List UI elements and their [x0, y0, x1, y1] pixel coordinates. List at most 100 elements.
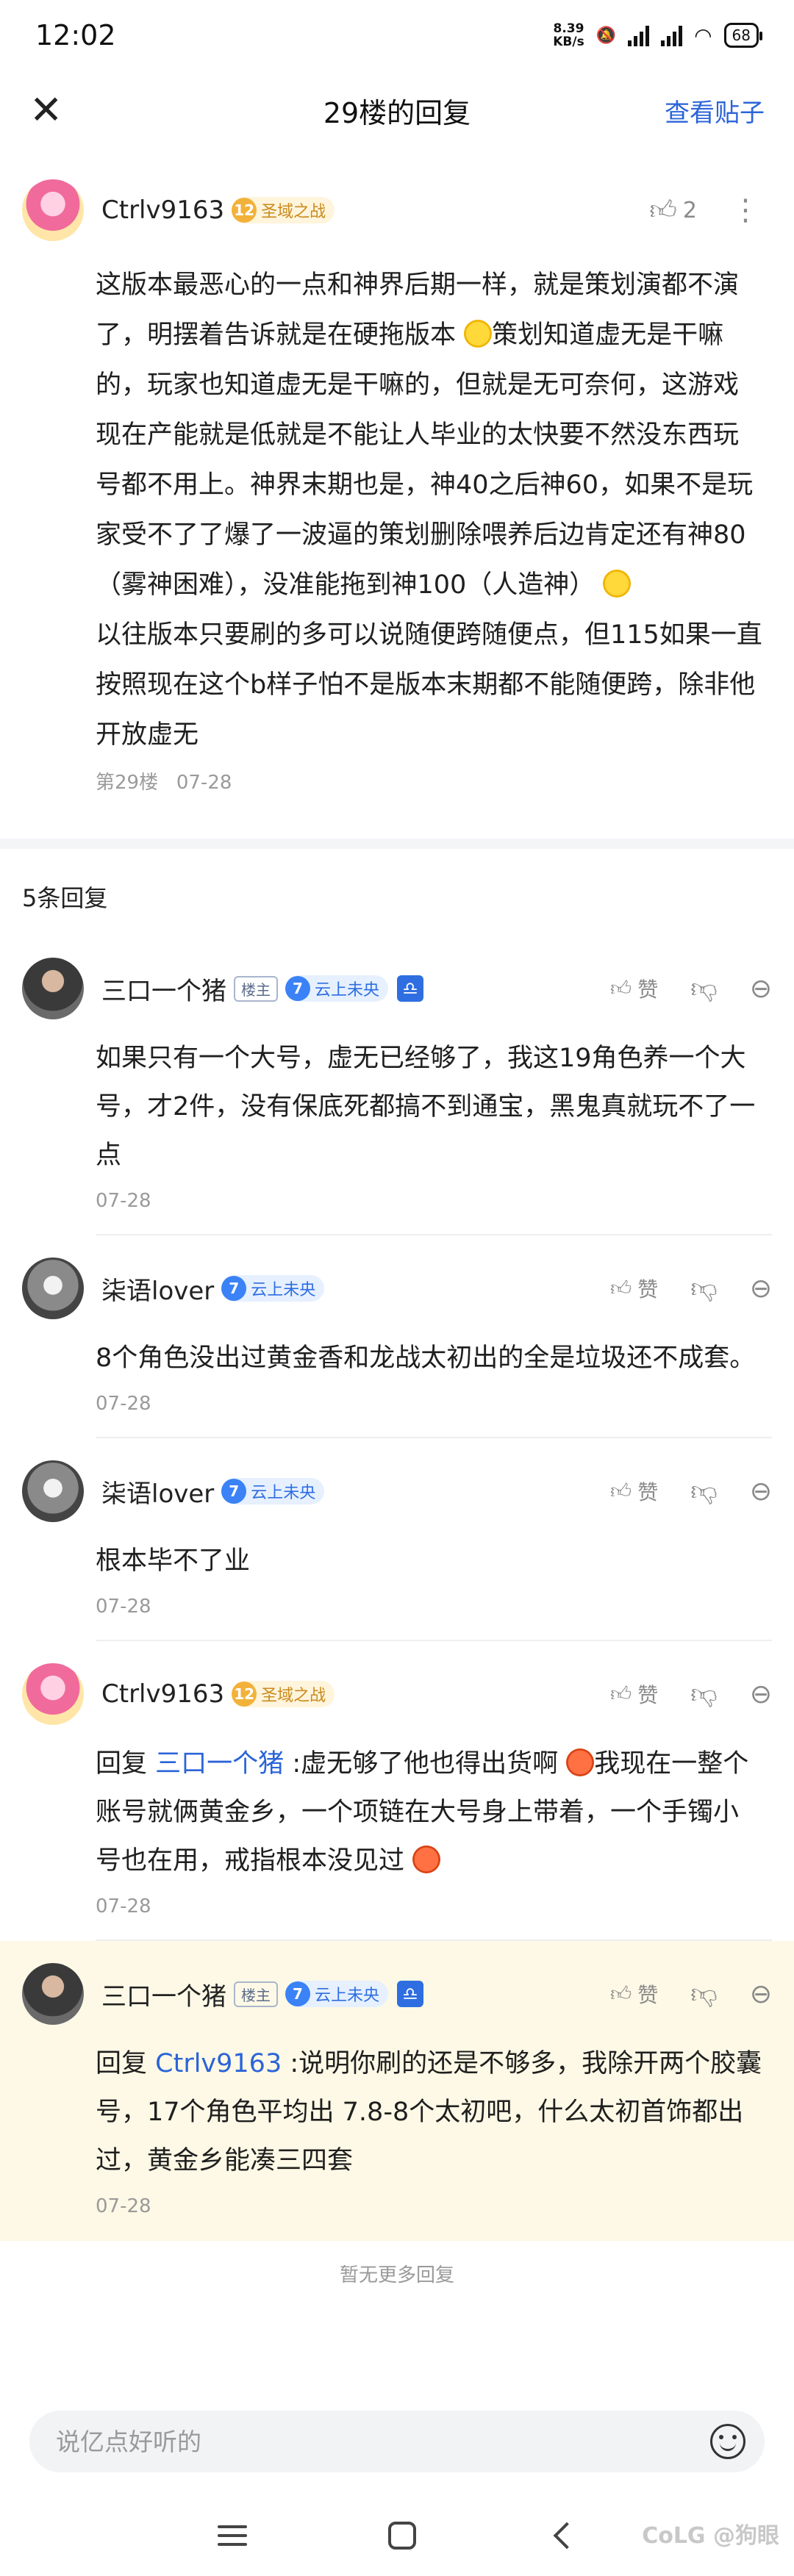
emoji-icon[interactable] — [710, 2424, 745, 2459]
avatar[interactable] — [22, 1663, 84, 1725]
thumb-up-icon: 👍︎ — [610, 976, 632, 1000]
battery-icon: 68 — [723, 23, 763, 48]
comment-input[interactable] — [56, 2427, 710, 2456]
signal-icon — [628, 24, 650, 46]
thumb-up-icon: 👍︎ — [610, 1682, 632, 1706]
menu-icon[interactable] — [218, 2525, 247, 2546]
status-time: 12:02 — [35, 19, 116, 51]
smile-emoji-icon — [603, 570, 632, 598]
reply-content: 如果只有一个大号，虚无已经够了，我这19角色养一个大号，才2件，没有保底死都搞不… — [96, 1044, 756, 1170]
username[interactable]: Ctrlv9163 — [101, 1679, 224, 1709]
username[interactable]: 三口一个猪 — [101, 971, 226, 1007]
thumb-up-icon: 👍︎ — [610, 1276, 632, 1300]
avatar[interactable] — [22, 1963, 84, 2025]
like-count: 2 — [682, 197, 697, 223]
like-button[interactable]: 👍︎ 赞 — [610, 1477, 658, 1506]
comment-bar — [29, 2411, 765, 2472]
thumb-down-icon[interactable]: 👎︎ — [690, 1475, 718, 1507]
reply-header: 柒语lover 7 云上未央 👍︎ 赞 👎︎ ⊖ — [22, 1460, 772, 1522]
network-speed: 8.39 KB/s — [553, 21, 584, 49]
angry-emoji-icon — [566, 1748, 595, 1776]
reply-actions: 👍︎ 赞 👎︎ ⊖ — [610, 1678, 772, 1710]
reply-date: 07-28 — [96, 1596, 151, 1618]
reply-date: 07-28 — [96, 2195, 151, 2217]
reply-actions: 👍︎ 赞 👎︎ ⊖ — [610, 972, 772, 1005]
main-post: Ctrlv9163 12 圣域之战 👍︎ 2 ⋮ 这版本最恶心的一点和神界后期一样… — [0, 150, 794, 817]
reply-content: 根本毕不了业 — [96, 1546, 251, 1576]
avatar[interactable] — [22, 1460, 84, 1522]
mention-link[interactable]: 三口一个猪 — [155, 1749, 284, 1779]
smile-emoji-icon — [464, 320, 493, 348]
thumb-down-icon[interactable]: 👎︎ — [690, 1978, 718, 2010]
post-content: 这版本最恶心的一点和神界后期一样，就是策划演都不演了，明摆着告诉就是在硬拖版本 … — [96, 270, 762, 750]
reply-content: 回复 三口一个猪 :虚无够了他也得出货啊 我现在一整个账号就俩黄金乡，一个项链在… — [96, 1748, 749, 1876]
watermark: CoLG @狗眼 — [642, 2523, 779, 2549]
more-options-icon[interactable]: ⊖ — [750, 1274, 772, 1304]
like-button[interactable]: 👍︎ 赞 — [610, 974, 658, 1003]
reply-item: Ctrlv9163 12 圣域之战 👍︎ 赞 👎︎ ⊖ 回复 三口一个猪 :虚无够… — [0, 1641, 794, 1941]
reply-header: Ctrlv9163 12 圣域之战 👍︎ 赞 👎︎ ⊖ — [22, 1663, 772, 1725]
close-icon[interactable]: ✕ — [29, 90, 88, 130]
home-icon[interactable] — [388, 2522, 416, 2550]
libra-badge-icon: ♎ — [397, 975, 424, 1002]
thumb-up-icon: 👍︎ — [610, 1981, 632, 2006]
reply-item-highlighted: 三口一个猪 楼主 7 云上未央 ♎ 👍︎ 赞 👎︎ ⊖ 回复 Ctrlv9163 … — [0, 1941, 794, 2241]
level-badge: 7 云上未央 — [285, 975, 389, 1002]
like-button[interactable]: 👍︎ 赞 — [610, 1979, 658, 2009]
host-tag: 楼主 — [234, 1981, 278, 2007]
signal-icon-2 — [661, 24, 683, 46]
mute-bell-icon: 🔕 — [596, 26, 617, 45]
reply-date: 07-28 — [96, 1393, 151, 1415]
status-icons: 8.39 KB/s 🔕 ◠ 68 — [553, 21, 763, 49]
reply-item: 三口一个猪 楼主 7 云上未央 ♎ 👍︎ 赞 👎︎ ⊖ 如果只有一个大号，虚无已经… — [0, 936, 794, 1235]
wifi-icon: ◠ — [694, 23, 712, 48]
more-icon[interactable]: ⋮ — [719, 193, 772, 227]
reply-actions: 👍︎ 赞 👎︎ ⊖ — [610, 1272, 772, 1305]
post-meta: 第29楼 07-28 — [96, 767, 772, 794]
like-button[interactable]: 👍︎ 赞 — [610, 1679, 658, 1709]
avatar[interactable] — [22, 1257, 84, 1319]
reply-item: 柒语lover 7 云上未央 👍︎ 赞 👎︎ ⊖ 8个角色没出过黄金香和龙战太初出… — [0, 1235, 794, 1438]
reply-content: 回复 Ctrlv9163 :说明你刷的还是不够多，我除开两个胶囊号，17个角色平… — [96, 2049, 762, 2175]
top-nav-bar: ✕ 29楼的回复 查看贴子 — [0, 71, 794, 150]
back-icon[interactable] — [553, 2522, 581, 2550]
thumb-down-icon[interactable]: 👎︎ — [690, 1678, 718, 1710]
post-header: Ctrlv9163 12 圣域之战 👍︎ 2 ⋮ — [22, 179, 772, 241]
view-post-link[interactable]: 查看贴子 — [665, 93, 765, 129]
like-button[interactable]: 👍︎ 赞 — [610, 1274, 658, 1303]
level-badge: 7 云上未央 — [221, 1275, 325, 1302]
thumb-up-icon: 👍︎ — [649, 195, 677, 226]
reply-date: 07-28 — [96, 1895, 151, 1917]
reply-header: 三口一个猪 楼主 7 云上未央 ♎ 👍︎ 赞 👎︎ ⊖ — [22, 1963, 772, 2025]
username[interactable]: 柒语lover — [101, 1474, 214, 1510]
post-date: 07-28 — [176, 772, 232, 794]
level-badge: 7 云上未央 — [285, 1981, 389, 2007]
level-badge: 7 云上未央 — [221, 1478, 325, 1504]
avatar[interactable] — [22, 958, 84, 1019]
reply-actions: 👍︎ 赞 👎︎ ⊖ — [610, 1978, 772, 2010]
username[interactable]: Ctrlv9163 — [101, 195, 224, 225]
thumb-up-icon: 👍︎ — [610, 1479, 632, 1503]
level-badge: 12 圣域之战 — [232, 197, 335, 223]
status-bar: 12:02 8.39 KB/s 🔕 ◠ 68 — [0, 0, 794, 71]
no-more-replies: 暂无更多回复 — [339, 2264, 454, 2286]
host-tag: 楼主 — [234, 975, 278, 1002]
mention-link[interactable]: Ctrlv9163 — [155, 2049, 282, 2078]
more-options-icon[interactable]: ⊖ — [750, 1477, 772, 1507]
more-options-icon[interactable]: ⊖ — [750, 974, 772, 1004]
reply-actions: 👍︎ 赞 👎︎ ⊖ — [610, 1475, 772, 1507]
libra-badge-icon: ♎ — [397, 1981, 424, 2007]
thumb-down-icon[interactable]: 👎︎ — [690, 972, 718, 1005]
more-options-icon[interactable]: ⊖ — [750, 1979, 772, 2009]
username[interactable]: 柒语lover — [101, 1271, 214, 1307]
reply-item: 柒语lover 7 云上未央 👍︎ 赞 👎︎ ⊖ 根本毕不了业 07-28 — [0, 1438, 794, 1641]
more-options-icon[interactable]: ⊖ — [750, 1679, 772, 1709]
thumb-down-icon[interactable]: 👎︎ — [690, 1272, 718, 1305]
reply-header: 柒语lover 7 云上未央 👍︎ 赞 👎︎ ⊖ — [22, 1257, 772, 1319]
section-divider — [0, 839, 794, 849]
reply-count: 5条回复 — [22, 884, 108, 912]
level-badge: 12 圣域之战 — [232, 1681, 335, 1707]
username[interactable]: 三口一个猪 — [101, 1976, 226, 2012]
like-button[interactable]: 👍︎ 2 — [649, 194, 697, 226]
avatar[interactable] — [22, 179, 84, 241]
